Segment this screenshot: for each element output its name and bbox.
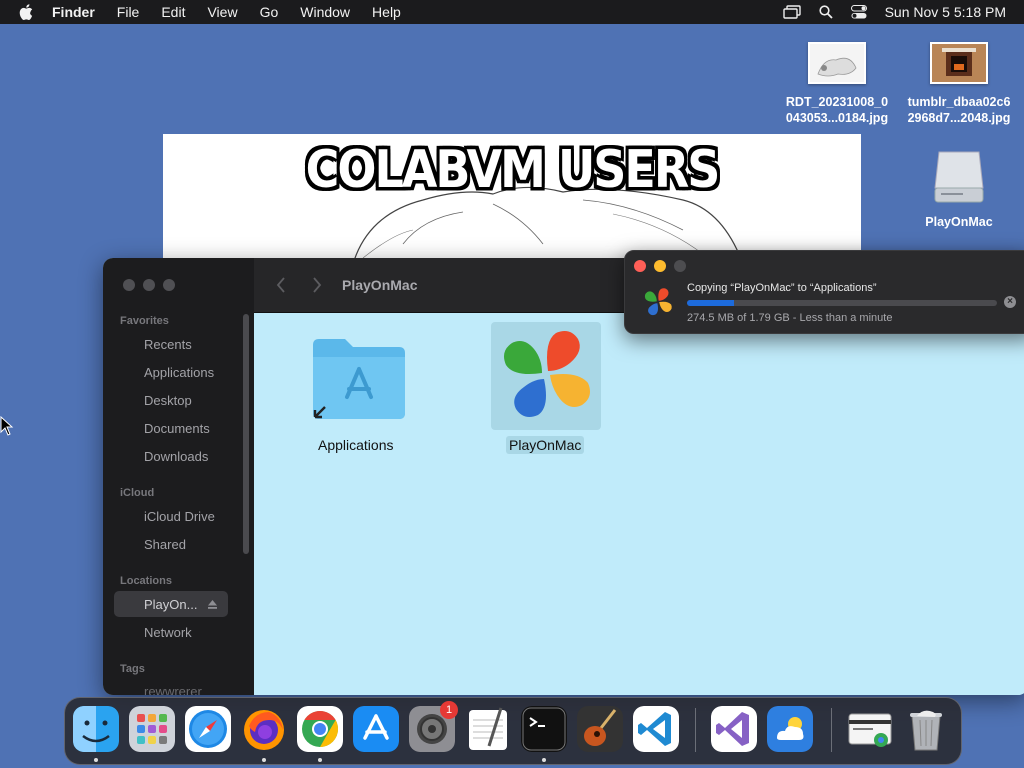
chrome-icon[interactable]	[297, 706, 343, 752]
eject-icon[interactable]	[207, 599, 218, 610]
terminal-icon[interactable]	[521, 706, 567, 752]
meme-caption: COLABVM USERS	[305, 138, 721, 200]
cancel-copy-button[interactable]: ×	[1004, 296, 1016, 308]
garageband-guitar-icon[interactable]	[577, 706, 623, 752]
menu-view[interactable]: View	[207, 4, 237, 20]
dock-separator	[695, 708, 696, 752]
vscode-icon[interactable]	[633, 706, 679, 752]
desktop-volume-playonmac[interactable]: PlayOnMac	[894, 146, 1024, 230]
image-thumbnail-icon	[808, 42, 866, 84]
desktop-file-label: tumblr_dbaa02c6	[907, 95, 1011, 109]
menu-edit[interactable]: Edit	[161, 4, 185, 20]
firefox-icon[interactable]	[241, 706, 287, 752]
menu-app-name[interactable]: Finder	[52, 4, 95, 20]
visual-studio-icon[interactable]	[711, 706, 757, 752]
menubar-clock[interactable]: Sun Nov 5 5:18 PM	[885, 4, 1006, 20]
copy-message: Copying “PlayOnMac” to “Applications”	[687, 282, 877, 294]
dock-separator	[831, 708, 832, 752]
sidebar-item-tag[interactable]: rewwrerer	[144, 684, 202, 695]
copy-progress-bar	[687, 300, 997, 306]
playonmac-clover-icon	[504, 331, 590, 417]
running-indicator	[542, 758, 546, 762]
menu-go[interactable]: Go	[260, 4, 279, 20]
running-indicator	[94, 758, 98, 762]
desktop-file-label: 043053...0184.jpg	[785, 111, 889, 125]
dialog-minimize-button[interactable]	[654, 260, 666, 272]
menu-window[interactable]: Window	[300, 4, 350, 20]
running-indicator	[318, 758, 322, 762]
desktop-file-label: 2968d7...2048.jpg	[907, 111, 1011, 125]
sidebar-header-favorites: Favorites	[120, 315, 169, 327]
textedit-icon[interactable]	[465, 706, 511, 752]
finder-content-area[interactable]: Applications PlayOnMac	[254, 313, 1024, 695]
copy-progress-dialog[interactable]: Copying “PlayOnMac” to “Applications” × …	[624, 250, 1024, 334]
finder-icon[interactable]	[73, 706, 119, 752]
sidebar-scrollbar[interactable]	[243, 314, 249, 554]
control-center-icon[interactable]	[850, 5, 867, 19]
sidebar-item-recents[interactable]: Recents	[144, 337, 192, 352]
playonmac-clover-icon	[644, 288, 672, 316]
image-thumbnail-icon	[930, 42, 988, 84]
mouse-pointer-icon	[0, 416, 14, 436]
sidebar-header-tags: Tags	[120, 663, 145, 675]
weather-icon[interactable]	[767, 706, 813, 752]
item-label: Applications	[318, 437, 394, 453]
chrome-apps-folder-icon[interactable]	[847, 706, 893, 752]
dialog-zoom-button[interactable]	[674, 260, 686, 272]
back-chevron-icon[interactable]	[276, 277, 286, 293]
close-button[interactable]	[123, 279, 135, 291]
notification-badge: 1	[440, 701, 458, 719]
safari-icon[interactable]	[185, 706, 231, 752]
launchpad-icon[interactable]	[129, 706, 175, 752]
sidebar-item-network[interactable]: Network	[144, 625, 192, 640]
window-title: PlayOnMac	[342, 277, 418, 293]
sidebar-item-documents[interactable]: Documents	[144, 421, 210, 436]
desktop-file-tumblr-jpg[interactable]: tumblr_dbaa02c6 2968d7...2048.jpg	[894, 42, 1024, 126]
sidebar-item-shared[interactable]: Shared	[144, 537, 186, 552]
apple-logo-icon[interactable]	[19, 4, 33, 20]
finder-sidebar: Favorites Recents Applications Desktop D…	[103, 258, 254, 695]
sidebar-item-icloud-drive[interactable]: iCloud Drive	[144, 509, 215, 524]
copy-progress-fill	[687, 300, 734, 306]
sidebar-header-icloud: iCloud	[120, 487, 155, 499]
menu-help[interactable]: Help	[372, 4, 401, 20]
screen-mirroring-icon[interactable]	[782, 5, 801, 19]
disk-image-icon	[934, 151, 984, 203]
copy-status: 274.5 MB of 1.79 GB - Less than a minute	[687, 312, 893, 324]
minimize-button[interactable]	[143, 279, 155, 291]
desktop-file-rdt-jpg[interactable]: RDT_20231008_0 043053...0184.jpg	[772, 42, 902, 126]
desktop-volume-label: PlayOnMac	[925, 215, 993, 229]
spotlight-search-icon[interactable]	[818, 5, 833, 19]
menu-file[interactable]: File	[117, 4, 140, 20]
item-label: PlayOnMac	[506, 436, 585, 454]
running-indicator	[262, 758, 266, 762]
sidebar-item-desktop[interactable]: Desktop	[144, 393, 192, 408]
sidebar-item-applications[interactable]: Applications	[144, 365, 214, 380]
sidebar-header-locations: Locations	[120, 575, 172, 587]
menu-bar: Finder File Edit View Go Window Help Sun…	[0, 0, 1024, 24]
sidebar-item-downloads[interactable]: Downloads	[144, 449, 208, 464]
forward-chevron-icon[interactable]	[312, 277, 322, 293]
applications-folder-icon	[313, 339, 405, 419]
desktop-file-label: RDT_20231008_0	[785, 95, 889, 109]
zoom-button[interactable]	[163, 279, 175, 291]
app-store-icon[interactable]	[353, 706, 399, 752]
dialog-close-button[interactable]	[634, 260, 646, 272]
sidebar-item-playonmac-volume[interactable]: PlayOn...	[144, 597, 197, 612]
dock: 1	[64, 697, 962, 765]
trash-icon[interactable]	[903, 706, 949, 752]
